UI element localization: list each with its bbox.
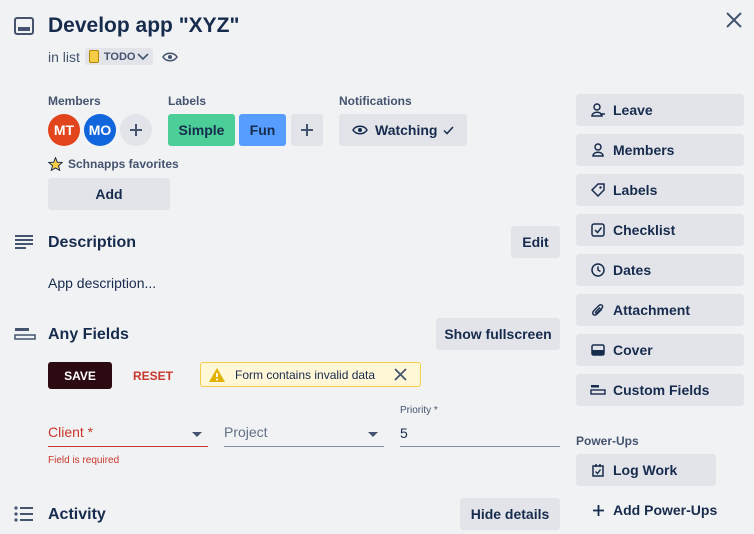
plus-icon: [590, 502, 606, 518]
list-info: in list TODO: [48, 48, 179, 65]
leave-icon: [590, 102, 606, 118]
dates-label: Dates: [613, 262, 652, 278]
leave-label: Leave: [613, 102, 653, 118]
paperclip-icon: [590, 302, 606, 318]
dropdown-arrow-icon: [192, 432, 202, 437]
label-simple[interactable]: Simple: [168, 114, 235, 146]
log-work-button[interactable]: Log Work: [576, 454, 716, 486]
dates-button[interactable]: Dates: [576, 254, 744, 286]
cover-icon: [590, 342, 606, 358]
warning-icon: [209, 367, 225, 382]
add-powerups-label: Add Power-Ups: [613, 502, 718, 518]
cover-button[interactable]: Cover: [576, 334, 744, 366]
labels-heading: Labels: [168, 94, 207, 108]
client-select[interactable]: Client *: [48, 420, 208, 447]
list-dropdown[interactable]: TODO: [84, 48, 154, 65]
leave-button[interactable]: Leave: [576, 94, 744, 126]
custom-fields-icon: [590, 382, 606, 398]
favorites-label: Schnapps favorites: [68, 157, 179, 171]
powerups-heading: Power-Ups: [576, 434, 639, 448]
show-fullscreen-button[interactable]: Show fullscreen: [436, 318, 560, 350]
eye-icon: [352, 125, 368, 135]
description-icon: [14, 234, 34, 250]
person-icon: [590, 142, 606, 158]
log-work-icon: [590, 462, 606, 478]
star-icon: [48, 157, 63, 171]
dropdown-arrow-icon: [368, 432, 378, 437]
members-heading: Members: [48, 94, 101, 108]
labels-button[interactable]: Labels: [576, 174, 744, 206]
project-label: Project: [224, 424, 268, 440]
list-name: TODO: [103, 50, 136, 63]
add-label-button[interactable]: [291, 114, 323, 146]
any-fields-heading: Any Fields: [48, 326, 129, 343]
notifications-heading: Notifications: [339, 94, 412, 108]
labels-label: Labels: [613, 182, 658, 198]
priority-label: Priority *: [400, 405, 438, 416]
members-button[interactable]: Members: [576, 134, 744, 166]
chevron-down-icon: [137, 52, 150, 61]
checklist-button[interactable]: Checklist: [576, 214, 744, 246]
custom-fields-label: Custom Fields: [613, 382, 710, 398]
avatar[interactable]: MT: [48, 114, 80, 146]
tag-icon: [590, 182, 606, 198]
add-powerups-button[interactable]: Add Power-Ups: [576, 494, 744, 526]
check-icon: [443, 125, 455, 135]
log-work-label: Log Work: [613, 462, 678, 478]
clock-icon: [590, 262, 606, 278]
card-title[interactable]: Develop app "XYZ": [48, 14, 239, 38]
close-icon[interactable]: [725, 11, 743, 29]
priority-input[interactable]: 5: [400, 420, 560, 447]
edit-description-button[interactable]: Edit: [511, 226, 560, 258]
project-select[interactable]: Project: [224, 420, 384, 447]
save-button[interactable]: SAVE: [48, 362, 112, 389]
attachment-label: Attachment: [613, 302, 691, 318]
hide-details-button[interactable]: Hide details: [460, 498, 560, 530]
invalid-form-alert: Form contains invalid data: [200, 362, 421, 387]
activity-icon: [14, 506, 34, 522]
list-color-icon: [88, 50, 99, 63]
client-label: Client *: [48, 424, 94, 440]
alert-text: Form contains invalid data: [235, 367, 376, 382]
checklist-label: Checklist: [613, 222, 676, 238]
in-list-text: in list: [48, 48, 80, 65]
description-heading: Description: [48, 234, 137, 251]
description-text[interactable]: App description...: [48, 275, 156, 291]
watching-button[interactable]: Watching: [339, 114, 467, 146]
add-favorite-button[interactable]: Add: [48, 178, 170, 210]
cover-label: Cover: [613, 342, 653, 358]
label-fun[interactable]: Fun: [239, 114, 286, 146]
add-member-button[interactable]: [120, 114, 152, 146]
plus-icon: [301, 124, 313, 136]
watching-label: Watching: [375, 122, 438, 138]
eye-icon[interactable]: [162, 51, 179, 63]
avatar[interactable]: MO: [84, 114, 116, 146]
custom-fields-button[interactable]: Custom Fields: [576, 374, 744, 406]
members-label: Members: [613, 142, 675, 158]
plus-icon: [130, 124, 142, 136]
favorites-row: Schnapps favorites: [48, 157, 179, 171]
client-error: Field is required: [48, 455, 120, 466]
priority-value: 5: [400, 425, 408, 441]
activity-heading: Activity: [48, 506, 106, 523]
close-icon[interactable]: [394, 368, 407, 381]
card-icon: [14, 17, 34, 35]
checklist-icon: [590, 222, 606, 238]
reset-button[interactable]: RESET: [133, 369, 173, 383]
any-fields-icon: [14, 326, 36, 342]
attachment-button[interactable]: Attachment: [576, 294, 744, 326]
